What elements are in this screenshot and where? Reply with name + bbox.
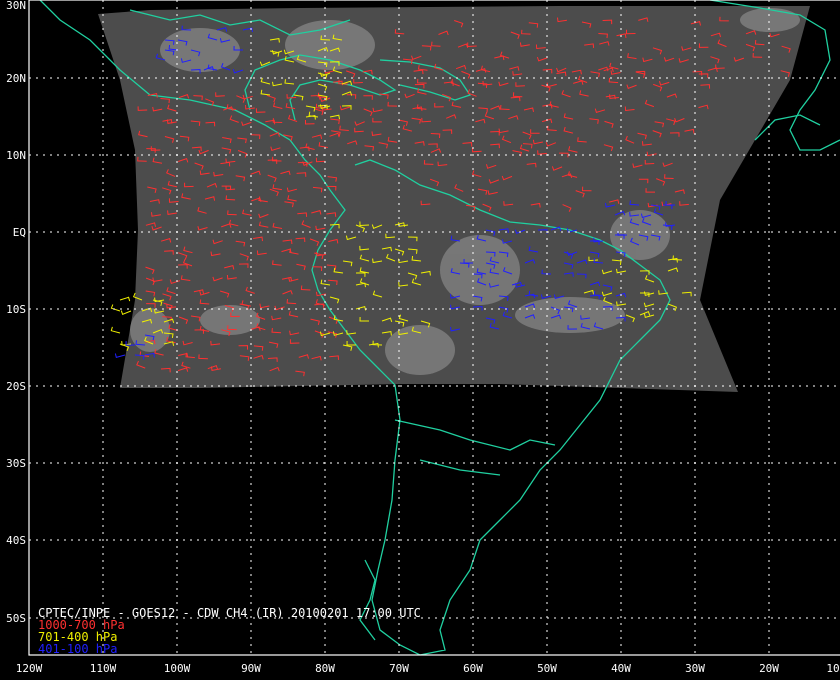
latitude-label: 10S [6,303,26,316]
longitude-label: 40W [611,662,631,675]
wind-barb [110,304,121,312]
longitude-label: 120W [16,662,43,675]
latitude-label: 10N [6,149,26,162]
longitude-label: 10 [826,662,839,675]
latitude-label: 30S [6,457,26,470]
wind-barb [119,296,131,302]
legend-high-level: 401-100 hPa [38,642,117,656]
longitude-label: 20W [759,662,779,675]
longitude-label: 70W [389,662,409,675]
map-viewer: 30N 20N 10N EQ 10S 20S 30S 40S 50S 120W 110W 100W 9… [0,0,840,680]
latitude-label: 20N [6,72,26,85]
satellite-wind-map: 30N 20N 10N EQ 10S 20S 30S 40S 50S 120W 110W 100W 9… [6,0,840,675]
longitude-labels: 120W 110W 100W 90W 80W 70W 60W 50W 40W 30W 20W 10 [16,662,840,675]
longitude-label: 90W [241,662,261,675]
latitude-label: 50S [6,612,26,625]
longitude-label: 110W [90,662,117,675]
longitude-label: 80W [315,662,335,675]
longitude-label: 30W [685,662,705,675]
latitude-label: 30N [6,0,26,12]
longitude-label: 60W [463,662,483,675]
wind-barb [114,353,126,359]
latitude-label: EQ [13,226,26,239]
longitude-label: 100W [164,662,191,675]
latitude-label: 40S [6,534,26,547]
wind-barb [110,326,121,334]
latitude-label: 20S [6,380,26,393]
longitude-label: 50W [537,662,557,675]
wind-barb [120,310,132,315]
latitude-labels: 30N 20N 10N EQ 10S 20S 30S 40S 50S [6,0,26,625]
